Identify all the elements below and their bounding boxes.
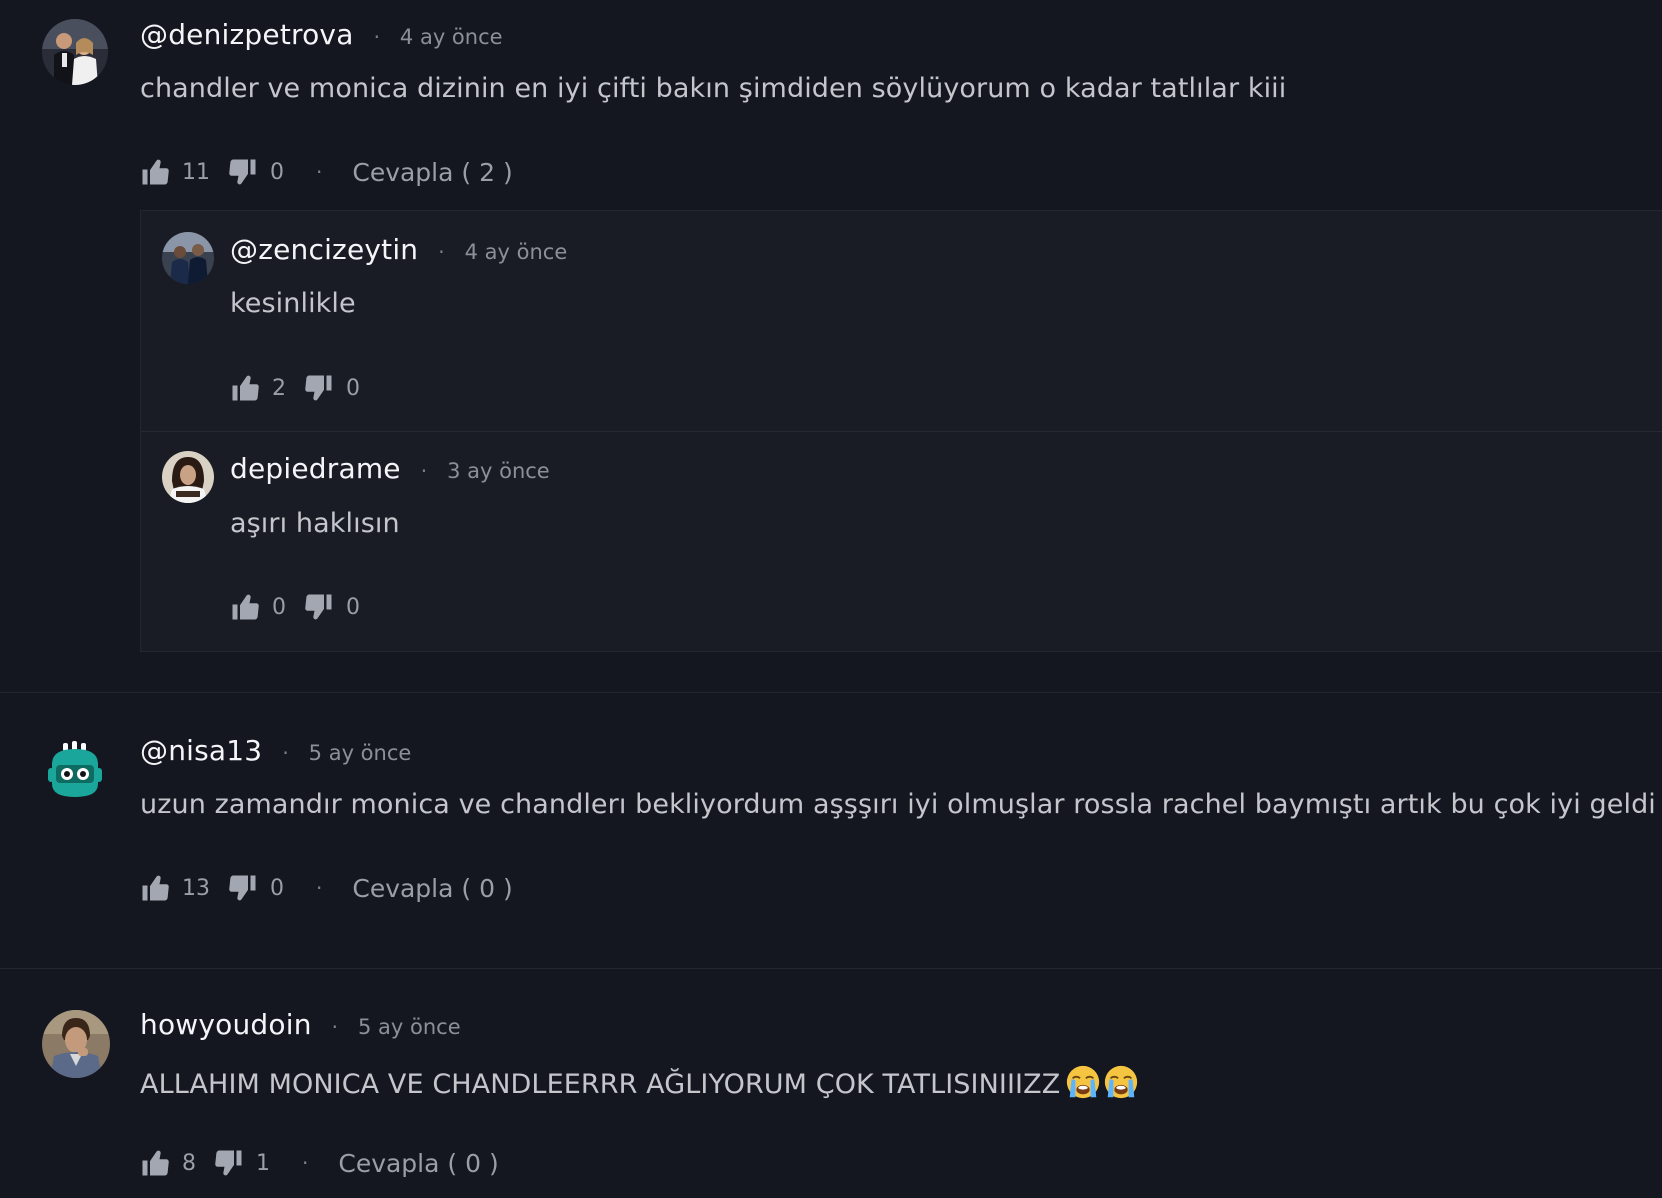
reply-username[interactable]: depiedrame [230, 452, 401, 485]
avatar[interactable] [162, 451, 214, 503]
like-icon[interactable] [140, 873, 170, 903]
like-count: 13 [182, 875, 210, 901]
like-icon[interactable] [230, 592, 260, 622]
reply-button[interactable]: Cevapla ( 2 ) [352, 158, 512, 187]
comment-username[interactable]: @denizpetrova [140, 18, 354, 51]
separator-dot: · [282, 741, 289, 765]
comment-time: 4 ay önce [399, 25, 503, 49]
reply-text: aşırı haklısın [230, 508, 400, 539]
comment-text: ALLAHIM MONICA VE CHANDLEERRR AĞLIYORUM … [140, 1063, 1140, 1101]
avatar[interactable] [44, 738, 106, 800]
comment-time: 5 ay önce [358, 1015, 461, 1039]
like-icon[interactable] [140, 157, 170, 187]
like-icon[interactable] [230, 373, 260, 403]
comment-thread: howyoudoin · 5 ay önce ALLAHIM MONICA VE… [0, 969, 1662, 1198]
like-count: 2 [272, 375, 286, 401]
reply-username[interactable]: @zencizeytin [230, 233, 418, 266]
avatar[interactable] [42, 1010, 110, 1078]
reply-text: kesinlikle [230, 288, 356, 319]
separator-dot: · [316, 876, 323, 900]
comment-text-body: ALLAHIM MONICA VE CHANDLEERRR AĞLIYORUM … [140, 1069, 1061, 1100]
avatar[interactable] [162, 232, 214, 284]
separator-dot: · [420, 459, 428, 483]
dislike-icon[interactable] [228, 873, 258, 903]
divider [141, 431, 1662, 432]
like-count: 0 [272, 594, 286, 620]
comment-username[interactable]: howyoudoin [140, 1008, 312, 1041]
comment-thread: @nisa13 · 5 ay önce uzun zamandır monica… [0, 693, 1662, 968]
comment-thread: @denizpetrova · 4 ay önce chandler ve mo… [0, 0, 1662, 695]
dislike-count: 0 [346, 375, 360, 401]
dislike-count: 1 [256, 1150, 270, 1176]
dislike-icon[interactable] [304, 373, 334, 403]
dislike-icon[interactable] [304, 592, 334, 622]
man-photo-avatar-icon [42, 1010, 110, 1078]
separator-dot: · [373, 25, 380, 49]
like-count: 11 [182, 159, 210, 185]
dislike-icon[interactable] [214, 1148, 244, 1178]
separator-dot: · [438, 240, 445, 264]
comment-text: uzun zamandır monica ve chandlerı bekliy… [140, 789, 1656, 820]
people-photo-avatar-icon [162, 232, 214, 284]
reply-time: 4 ay önce [464, 240, 568, 264]
dislike-count: 0 [270, 159, 284, 185]
couple-photo-avatar-icon [42, 19, 108, 85]
separator-dot: · [316, 160, 323, 184]
replies-container: @zencizeytin · 4 ay önce kesinlikle 2 0 … [140, 210, 1662, 652]
woman-photo-avatar-icon [162, 451, 214, 503]
dislike-count: 0 [270, 875, 284, 901]
robot-avatar-icon [48, 741, 102, 797]
comment-time: 5 ay önce [308, 741, 412, 765]
dislike-count: 0 [346, 594, 360, 620]
dislike-icon[interactable] [228, 157, 258, 187]
loudly-crying-face-emoji-icon [1064, 1063, 1102, 1101]
loudly-crying-face-emoji-icon [1102, 1063, 1140, 1101]
comment-username[interactable]: @nisa13 [140, 734, 262, 767]
reply-button[interactable]: Cevapla ( 0 ) [338, 1149, 498, 1178]
like-icon[interactable] [140, 1148, 170, 1178]
reply-time: 3 ay önce [447, 459, 550, 483]
avatar[interactable] [42, 19, 108, 85]
separator-dot: · [302, 1151, 309, 1175]
like-count: 8 [182, 1150, 196, 1176]
comment-text: chandler ve monica dizinin en iyi çifti … [140, 73, 1287, 104]
reply-button[interactable]: Cevapla ( 0 ) [352, 874, 512, 903]
separator-dot: · [331, 1015, 339, 1039]
